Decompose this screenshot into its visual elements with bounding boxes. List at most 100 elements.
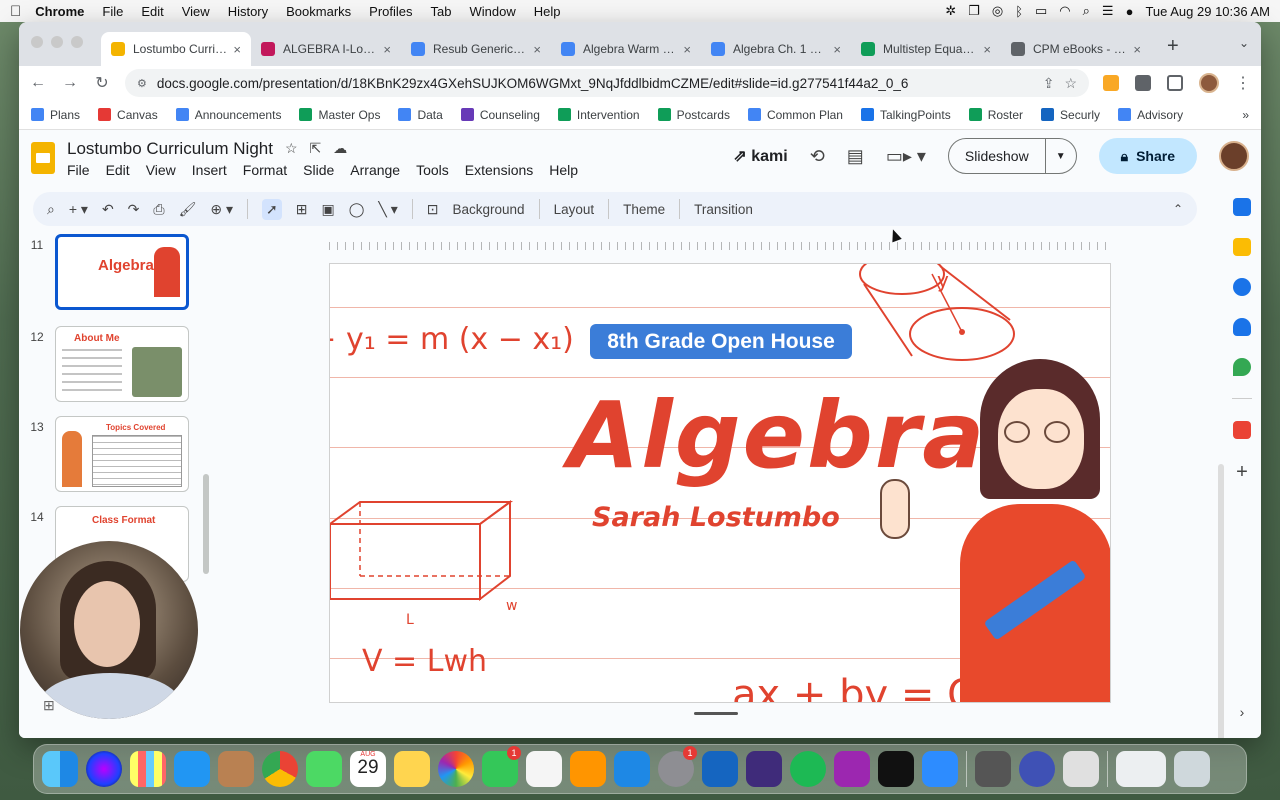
docs-menu-item[interactable]: File [67, 162, 90, 178]
notes-icon[interactable] [394, 751, 430, 787]
bookmark-item[interactable]: Announcements [175, 108, 281, 122]
calculator-icon[interactable] [975, 751, 1011, 787]
trash-icon[interactable] [1174, 751, 1210, 787]
chrome-menu-icon[interactable]: ⋮ [1235, 73, 1251, 93]
menubar-view[interactable]: View [182, 4, 210, 19]
podcasts-icon[interactable] [834, 751, 870, 787]
browser-tab[interactable]: CPM eBooks - CC × [1001, 32, 1151, 66]
bookmark-item[interactable]: Counseling [460, 108, 540, 122]
print-icon[interactable]: ⎙ [153, 201, 164, 218]
books-icon[interactable] [570, 751, 606, 787]
webcam-bubble[interactable] [20, 541, 198, 719]
chrome-dock-icon[interactable] [262, 751, 298, 787]
maps-icon[interactable] [1233, 358, 1251, 376]
close-tab-icon[interactable]: × [533, 42, 541, 57]
slideshow-button[interactable]: Slideshow [949, 139, 1046, 173]
bluetooth-status-icon[interactable]: ᛒ [1015, 4, 1023, 19]
zoom-icon[interactable] [922, 751, 958, 787]
zoom-icon[interactable]: ⊕ ▾ [210, 201, 233, 218]
profile-avatar[interactable] [1199, 73, 1219, 93]
menubar-window[interactable]: Window [470, 4, 516, 19]
menubar-file[interactable]: File [102, 4, 123, 19]
bookmark-item[interactable]: Securly [1041, 108, 1100, 122]
news-icon[interactable] [526, 751, 562, 787]
docs-menu-item[interactable]: Tools [416, 162, 449, 178]
bookmark-item[interactable]: Postcards [657, 108, 730, 122]
gear-status-icon[interactable]: ✲ [945, 3, 956, 19]
menubar-help[interactable]: Help [534, 4, 561, 19]
move-folder-icon[interactable]: ⇱ [310, 140, 322, 157]
facetime-icon[interactable]: 1 [482, 746, 521, 787]
address-bar[interactable]: ⚙ docs.google.com/presentation/d/18KBnK2… [125, 69, 1089, 97]
star-icon[interactable]: ☆ [285, 140, 298, 157]
airplay-status-icon[interactable]: ◎ [992, 3, 1003, 19]
tasks-icon[interactable] [1233, 278, 1251, 296]
close-tab-icon[interactable]: × [233, 42, 241, 57]
search-status-icon[interactable]: ⌕ [1083, 3, 1090, 19]
window-status-icon[interactable]: ❐ [968, 3, 980, 19]
share-page-icon[interactable]: ⇪ [1043, 75, 1055, 92]
more-bookmarks-icon[interactable]: » [1242, 108, 1249, 122]
comments-icon[interactable]: ▤ [847, 146, 864, 167]
spotify-icon[interactable] [790, 751, 826, 787]
menubar-datetime[interactable]: Tue Aug 29 10:36 AM [1145, 4, 1270, 19]
kami-button[interactable]: ⇗ kami [733, 146, 787, 166]
menubar-tab[interactable]: Tab [431, 4, 452, 19]
collapse-toolbar-icon[interactable]: ⌃ [1173, 202, 1183, 216]
siri-dock-icon[interactable] [86, 751, 122, 787]
zoom-window-button[interactable] [71, 36, 83, 48]
browser-tab[interactable]: ALGEBRA I-Lostumbo × [251, 32, 401, 66]
account-avatar[interactable] [1219, 141, 1249, 171]
hide-side-panel-icon[interactable]: › [1240, 704, 1245, 720]
menubar-bookmarks[interactable]: Bookmarks [286, 4, 351, 19]
bookmark-item[interactable]: Intervention [557, 108, 640, 122]
browser-tab[interactable]: Multistep Equations × [851, 32, 1001, 66]
close-tab-icon[interactable]: × [683, 42, 691, 57]
slides-logo-icon[interactable] [31, 142, 55, 174]
close-window-button[interactable] [31, 36, 43, 48]
sidepanel-icon[interactable] [1167, 75, 1183, 91]
background-button[interactable]: Background [453, 202, 525, 217]
slide-thumbnail[interactable]: About Me [55, 326, 189, 402]
close-tab-icon[interactable]: × [983, 42, 991, 57]
bookmark-item[interactable]: TalkingPoints [860, 108, 951, 122]
app-store-icon[interactable] [614, 751, 650, 787]
battery-status-icon[interactable]: ▭ [1035, 3, 1047, 19]
close-tab-icon[interactable]: × [833, 42, 841, 57]
share-button[interactable]: 🔒︎ Share [1098, 138, 1197, 174]
launchpad-icon[interactable] [130, 751, 166, 787]
close-tab-icon[interactable]: × [383, 42, 391, 57]
menubar-app-name[interactable]: Chrome [35, 4, 84, 19]
messages-icon[interactable] [306, 751, 342, 787]
finder-icon[interactable] [42, 751, 78, 787]
canvas-horizontal-scrollbar[interactable] [694, 712, 738, 715]
new-slide-icon[interactable]: + ▾ [69, 201, 88, 218]
url-text[interactable]: docs.google.com/presentation/d/18KBnK29z… [157, 76, 1033, 91]
office-addon-icon[interactable] [1233, 421, 1251, 439]
recorder-icon[interactable] [1019, 751, 1055, 787]
screenshot-icon[interactable] [1063, 751, 1099, 787]
current-slide[interactable]: 8th Grade Open House Algebra Sarah Lostu… [329, 263, 1111, 703]
horizontal-ruler[interactable] [329, 242, 1109, 250]
reload-icon[interactable]: ↻ [93, 73, 111, 93]
tab-search-icon[interactable]: ⌄ [1239, 36, 1249, 50]
imovie-icon[interactable] [746, 751, 782, 787]
bookmark-item[interactable]: Roster [968, 108, 1023, 122]
image-tool-icon[interactable]: ▣ [322, 201, 335, 218]
back-icon[interactable]: ← [29, 74, 47, 92]
filmstrip-scrollbar[interactable] [203, 474, 209, 574]
apple-menu-icon[interactable]:  [10, 3, 21, 20]
docs-menu-item[interactable]: Help [549, 162, 578, 178]
bookmark-item[interactable]: Common Plan [747, 108, 843, 122]
docs-menu-item[interactable]: View [146, 162, 176, 178]
transition-button[interactable]: Transition [694, 202, 753, 217]
testing-app-icon[interactable] [702, 751, 738, 787]
minimize-window-button[interactable] [51, 36, 63, 48]
control-center-icon[interactable]: ☰ [1102, 3, 1114, 19]
calendar-icon[interactable] [1233, 198, 1251, 216]
photos-icon[interactable] [438, 751, 474, 787]
select-tool-icon[interactable]: ➚ [262, 198, 282, 220]
slide-thumbnail[interactable]: Algebra [55, 234, 189, 310]
docs-menu-item[interactable]: Arrange [350, 162, 400, 178]
menubar-edit[interactable]: Edit [141, 4, 163, 19]
